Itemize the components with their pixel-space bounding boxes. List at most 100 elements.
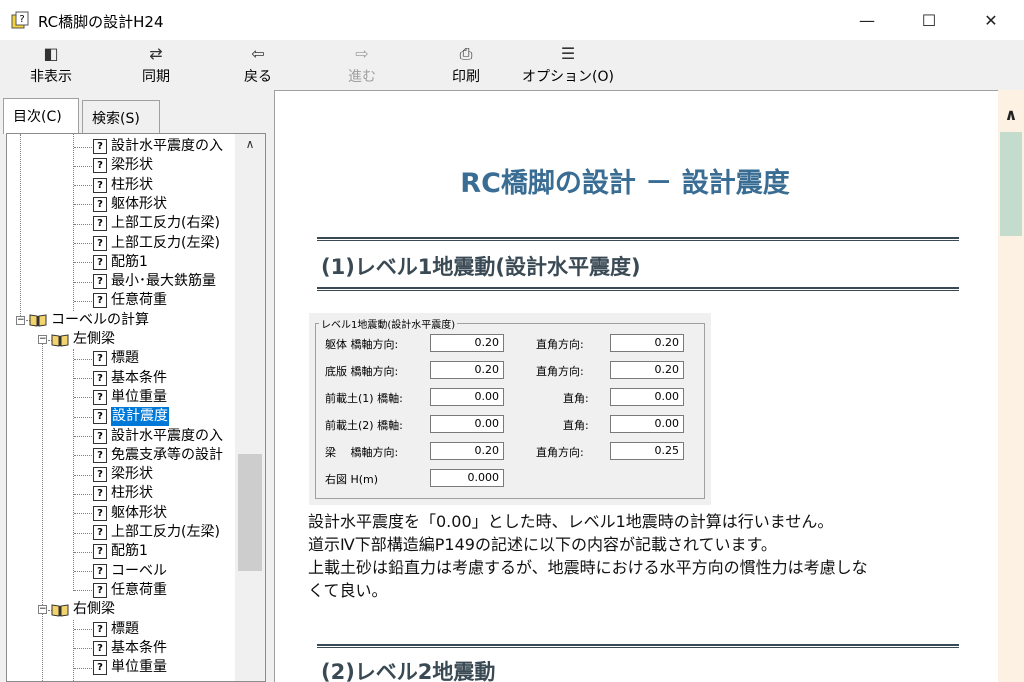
page-title: RC橋脚の設計 － 設計震度 bbox=[460, 168, 790, 199]
help-topic-icon: ? bbox=[93, 409, 107, 425]
chevron-up-icon: ∧ bbox=[245, 137, 255, 151]
help-topic-icon: ? bbox=[93, 621, 107, 637]
forward-button[interactable]: ⇨ 進む bbox=[340, 42, 384, 88]
panel-label: 躯体 橋軸方向: bbox=[325, 338, 399, 351]
minimize-button[interactable]: — bbox=[836, 0, 898, 40]
tree-topic-item[interactable]: ? 設計震度 bbox=[93, 407, 169, 427]
print-button[interactable]: ⎙ 印刷 bbox=[444, 42, 488, 88]
options-button[interactable]: ☰ オプション(O) bbox=[522, 42, 614, 88]
tree-item-label: 右側梁 bbox=[73, 601, 115, 618]
tree-item-label: 躯体形状 bbox=[111, 195, 167, 212]
tree-topic-item[interactable]: ? 基本条件 bbox=[93, 639, 167, 658]
help-topic-icon: ? bbox=[93, 525, 107, 540]
panel-label: 前載土(1) 橋軸: bbox=[325, 392, 403, 405]
tree-topic-item[interactable]: ? 基本条件 bbox=[93, 369, 167, 388]
sync-label: 同期 bbox=[142, 69, 170, 85]
maximize-button[interactable]: ☐ bbox=[898, 0, 960, 40]
tree-guide-line bbox=[74, 532, 92, 534]
panel-label: 直角方向: bbox=[536, 446, 584, 459]
tree-topic-item[interactable]: ? 梁形状 bbox=[93, 465, 153, 484]
tab-contents[interactable]: 目次(C) bbox=[3, 98, 79, 134]
tree-topic-item[interactable]: ? 単位重量 bbox=[93, 388, 167, 407]
tree-item-label: コーベルの計算 bbox=[51, 311, 149, 328]
tree-topic-item[interactable]: ? 上部工反力(右梁) bbox=[93, 214, 220, 233]
tree-topic-item[interactable]: ? 免震支承等の設計 bbox=[93, 446, 223, 465]
content-scroll-thumb[interactable] bbox=[1000, 132, 1022, 236]
tree-item-label: 配筋1 bbox=[111, 253, 148, 270]
tree-topic-item[interactable]: ? 上部工反力(左梁) bbox=[93, 523, 220, 542]
tree-topic-item[interactable]: ? 柱形状 bbox=[93, 176, 153, 195]
contents-tree: ? 設計水平震度の入? 梁形状? 柱形状? 躯体形状? 上部工反力(右梁)? 上部工反力(左… bbox=[7, 134, 235, 681]
tree-topic-item[interactable]: ? 躯体形状 bbox=[93, 195, 167, 214]
help-topic-icon: ? bbox=[93, 274, 107, 290]
tree-topic-item[interactable]: ? 最小･最大鉄筋量 bbox=[93, 272, 216, 291]
back-button[interactable]: ⇦ 戻る bbox=[236, 42, 280, 88]
tree-topic-item[interactable]: ? 柱形状 bbox=[93, 484, 153, 503]
tree-topic-item[interactable]: ? 任意荷重 bbox=[93, 291, 167, 310]
hide-button[interactable]: ◧ 非表示 bbox=[22, 42, 80, 88]
tree-scrollbar[interactable]: ∧ bbox=[235, 134, 265, 681]
tree-guide-line bbox=[74, 416, 92, 418]
body-paragraph: 道示Ⅳ下部構造編P149の記述に以下の内容が記載されています。 bbox=[308, 535, 777, 554]
tree-item-label: 設計水平震度の入 bbox=[111, 427, 223, 444]
tree-guide-line bbox=[74, 243, 92, 244]
tree-item-label: 最小･最大鉄筋量 bbox=[111, 273, 216, 290]
close-button[interactable]: ✕ bbox=[960, 0, 1022, 40]
tree-guide-line bbox=[74, 165, 92, 167]
hide-pane-icon: ◧ bbox=[43, 44, 59, 63]
help-topic-icon: ? bbox=[93, 216, 107, 232]
tree-topic-item[interactable]: ? 配筋1 bbox=[93, 253, 148, 272]
panel-label: 直角方向: bbox=[536, 365, 584, 378]
maximize-icon: ☐ bbox=[921, 10, 937, 30]
tree-topic-item[interactable]: ? 標題 bbox=[93, 620, 139, 639]
tree-topic-item[interactable]: ? 設計水平震度の入 bbox=[93, 137, 223, 156]
content-scroll-up-button[interactable]: ∧ bbox=[998, 104, 1024, 126]
tree-topic-item[interactable]: ? 配筋1 bbox=[93, 542, 148, 561]
help-topic-icon: ? bbox=[93, 640, 107, 656]
tree-topic-item[interactable]: ? 躯体形状 bbox=[93, 504, 167, 523]
tree-collapse-icon[interactable]: − bbox=[38, 605, 47, 615]
help-topic-icon: ? bbox=[93, 254, 107, 270]
print-label: 印刷 bbox=[452, 69, 480, 85]
panel-label: 右図 H(m) bbox=[325, 473, 379, 486]
panel-field: 0.20 bbox=[610, 361, 684, 379]
tree-collapse-icon[interactable]: − bbox=[16, 315, 25, 325]
sync-icon: ⇄ bbox=[149, 44, 163, 63]
tree-book-item[interactable]: − コーベルの計算 bbox=[16, 311, 149, 330]
tab-search[interactable]: 検索(S) bbox=[82, 100, 160, 134]
help-topic-icon: ? bbox=[93, 196, 107, 212]
tree-book-item[interactable]: − 右側梁 bbox=[38, 600, 115, 619]
help-topic-icon: ? bbox=[93, 158, 107, 174]
tree-scroll-up-button[interactable]: ∧ bbox=[235, 134, 265, 154]
tree-topic-item[interactable]: ? 上部工反力(左梁) bbox=[93, 234, 220, 253]
tree-topic-item[interactable]: ? 任意荷重 bbox=[93, 581, 167, 600]
content-scrollbar[interactable]: ∧ bbox=[998, 90, 1024, 682]
tree-topic-item[interactable]: ? 梁形状 bbox=[93, 156, 153, 175]
sync-button[interactable]: ⇄ 同期 bbox=[128, 42, 184, 88]
tree-guide-line bbox=[74, 185, 92, 187]
tree-topic-item[interactable]: ? 標題 bbox=[93, 349, 139, 368]
tree-topic-item[interactable]: ? コーベル bbox=[93, 562, 167, 581]
help-topic-icon: ? bbox=[93, 351, 107, 367]
panel-field: 0.20 bbox=[610, 334, 684, 352]
tree-item-label: 躯体形状 bbox=[111, 504, 167, 521]
tree-guide-line bbox=[74, 204, 92, 206]
tree-guide-line bbox=[74, 223, 92, 225]
tree-guide-line bbox=[74, 378, 92, 380]
help-topic-icon: ? bbox=[93, 563, 107, 579]
tree-item-label: 単位重量 bbox=[111, 659, 167, 676]
help-topic-icon: ? bbox=[93, 486, 107, 502]
tree-collapse-icon[interactable]: − bbox=[38, 335, 47, 344]
tree-topic-item[interactable]: ? 単位重量 bbox=[93, 658, 167, 677]
panel-label: 直角方向: bbox=[536, 338, 584, 351]
tree-scroll-thumb[interactable] bbox=[238, 454, 262, 571]
tree-item-label: 左側梁 bbox=[73, 331, 115, 347]
tree-book-item[interactable]: − 左側梁 bbox=[38, 330, 115, 349]
tree-guide-line bbox=[74, 300, 92, 302]
help-topic-icon: ? bbox=[93, 582, 107, 598]
panel-field: 0.20 bbox=[430, 334, 504, 352]
minimize-icon: — bbox=[859, 10, 875, 30]
help-topic-icon: ? bbox=[93, 544, 107, 560]
tree-guide-line bbox=[74, 667, 92, 669]
tree-topic-item[interactable]: ? 設計水平震度の入 bbox=[93, 427, 223, 446]
